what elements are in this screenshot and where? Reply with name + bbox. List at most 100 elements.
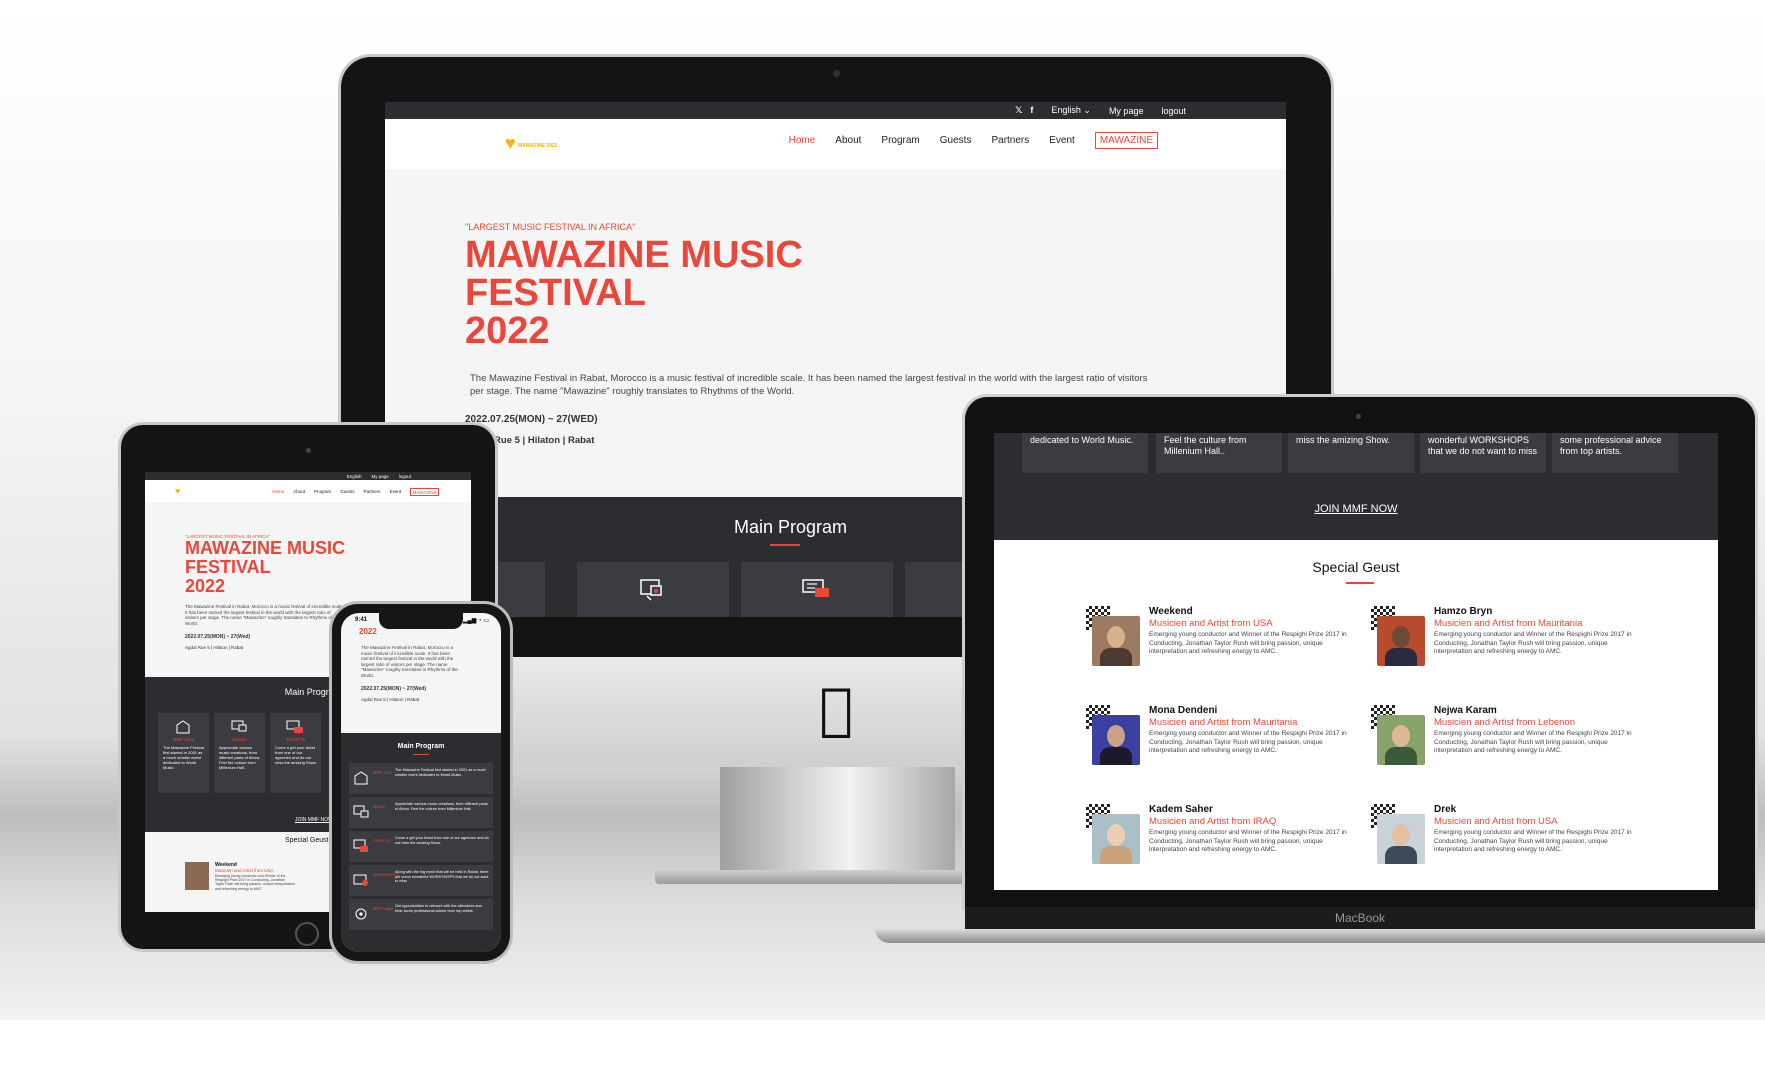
workshop-icon (353, 874, 368, 886)
tablet-nav-links: Home About Program Guests Partners Event… (272, 488, 439, 496)
guest-card[interactable]: Kadem Saher Musicien and Artist from IRA… (1086, 804, 1356, 874)
guest-photo (1086, 804, 1141, 866)
guest-bio: Emerging young conductor and Winner of t… (1149, 631, 1347, 655)
program-card[interactable]: some professional advice from top artist… (1552, 433, 1678, 473)
nav-program[interactable]: Program (314, 489, 331, 496)
guest-role: Musicien and Artist from Lebenon (1434, 717, 1575, 728)
program-row[interactable]: WORKSHOPS Along with the big event that … (349, 865, 493, 896)
my-page-link[interactable]: My page (371, 474, 388, 479)
guest-card[interactable]: Drek Musicien and Artist from USA Emergi… (1371, 804, 1641, 874)
hero-tagline: "LARGEST MUSIC FESTIVAL IN AFRICA" (465, 222, 636, 232)
nav-mawazine-button[interactable]: MAWAZINE (410, 488, 439, 496)
main-program-title: Main Program (397, 743, 445, 750)
heart-logo-icon[interactable]: ♥ (175, 486, 180, 496)
facebook-icon[interactable]: f (1030, 105, 1033, 116)
program-card[interactable]: dedicated to World Music. (1022, 433, 1148, 473)
hero-description: The Mawazine Festival in Rabat, Morocco … (470, 373, 1148, 397)
program-row-text: Appreciate various music creations, from… (395, 802, 488, 811)
nav-guests[interactable]: Guests (340, 489, 354, 496)
program-card[interactable]: Feel the culture from Millenium Hall.. (1156, 433, 1282, 473)
site-logo[interactable]: ♥ MAWAZINE 2022 (505, 133, 557, 155)
stage-icon (354, 771, 368, 785)
program-card[interactable]: TICKETS Come a get your ticket from one … (270, 713, 321, 793)
program-row-label: MMF Ingila (373, 906, 393, 911)
social-links: 𝕏 f (1015, 105, 1033, 116)
program-card-text: dedicated to World Music. (1030, 435, 1134, 445)
nav-mawazine-button[interactable]: MAWAZINE (1094, 132, 1158, 149)
hero-date: 2022.07.25(MON) ~ 27(Wed) (361, 686, 427, 692)
language-select[interactable]: English (347, 474, 362, 479)
program-card[interactable] (741, 562, 893, 617)
guest-photo (1086, 705, 1141, 767)
guest-card[interactable]: Nejwa Karam Musicien and Artist from Leb… (1371, 705, 1641, 775)
nav-event[interactable]: Event (390, 489, 402, 496)
hero-title-line-1: MAWAZINE MUSIC (185, 538, 345, 558)
guest-bio: Emerging young conductor and Winner of t… (1149, 829, 1347, 853)
network-icon (355, 908, 367, 920)
hero-title-line-3: 2022 (185, 576, 226, 596)
program-card[interactable]: MUSIC Appreciate various music creations… (214, 713, 265, 793)
guest-role: Musicien and Artist from USA (215, 868, 274, 873)
guest-bio: Emerging young conductor and Winner of t… (1434, 829, 1632, 853)
nav-event[interactable]: Event (1049, 135, 1075, 149)
apple-logo-icon:  (812, 680, 860, 740)
twitter-icon[interactable]: 𝕏 (1015, 105, 1022, 116)
nav-program[interactable]: Program (881, 135, 919, 149)
hero-title-line-2: FESTIVAL (465, 272, 646, 314)
imac-stand (720, 767, 955, 877)
hero-description: The Mawazine Festival in Rabat, Morocco … (361, 645, 458, 678)
desktop-navbar: ♥ MAWAZINE 2022 Home About Program Guest… (385, 119, 1286, 169)
guest-name: Kadem Saher (1149, 804, 1213, 815)
program-row[interactable]: TICKETS Come a get your ticket from one … (349, 831, 493, 862)
ipad-home-button[interactable] (295, 922, 319, 946)
macbook-brand-label: MacBook (965, 907, 1755, 929)
phone-notch (379, 613, 463, 629)
program-card[interactable]: miss the amizing Show. (1288, 433, 1414, 473)
join-mmf-link[interactable]: JOIN MMF NOW (994, 503, 1718, 515)
program-row-text: The Mawazine Festival first started in 2… (395, 768, 486, 777)
imac-camera (833, 70, 840, 77)
join-mmf-link[interactable]: JOIN MMF NOW (295, 817, 333, 823)
guest-name: Nejwa Karam (1434, 705, 1497, 716)
ipad-camera (306, 448, 311, 453)
hero-title-line-3: 2022 (465, 310, 550, 352)
program-card[interactable] (577, 562, 729, 617)
nav-partners[interactable]: Partners (364, 489, 381, 496)
nav-home[interactable]: Home (272, 489, 284, 496)
language-select[interactable]: English ⌄ (1051, 105, 1091, 116)
tablet-topbar: English My page logout (145, 472, 471, 480)
program-row-text: Get opportunities to network with the at… (395, 904, 482, 913)
hero-description: The Mawazine Festival in Rabat, Morocco … (185, 604, 344, 626)
program-row[interactable]: MMF 2022 The Mawazine Festival first sta… (349, 763, 493, 794)
music-screen-icon (231, 720, 247, 732)
program-card[interactable]: MMF 2022 The Mawazine Festival first sta… (158, 713, 209, 793)
guest-photo (1371, 606, 1426, 668)
program-row[interactable]: MUSIC Appreciate various music creations… (349, 797, 493, 828)
special-guest-underline (1346, 582, 1374, 584)
logout-link[interactable]: logout (1161, 106, 1186, 116)
tickets-icon (802, 579, 829, 597)
tickets-icon (353, 839, 368, 852)
nav-guests[interactable]: Guests (940, 135, 972, 149)
program-row-label: MMF 2022 (373, 770, 393, 775)
hero-title: MAWAZINE MUSIC FESTIVAL 2022 (185, 539, 345, 596)
logout-link[interactable]: logout (399, 474, 411, 479)
nav-about[interactable]: About (835, 135, 861, 149)
tablet-navbar: ♥ Home About Program Guests Partners Eve… (145, 480, 471, 502)
hero-venue: Agdal Rue 5 | Hilaton | Rabat (361, 697, 420, 702)
nav-partners[interactable]: Partners (991, 135, 1029, 149)
guest-role: Musicien and Artist from Mauritania (1149, 717, 1298, 728)
program-row-label: MUSIC (373, 804, 386, 809)
guest-card[interactable]: Hamzo Bryn Musicien and Artist from Maur… (1371, 606, 1641, 676)
guest-role: Musicien and Artist from USA (1149, 618, 1273, 629)
program-row[interactable]: MMF Ingila Get opportunities to network … (349, 899, 493, 930)
guest-name: Weekend (1149, 606, 1193, 617)
guest-card[interactable]: Weekend Musicien and Artist from USA Eme… (1086, 606, 1356, 676)
program-card[interactable]: wonderful WORKSHOPS that we do not want … (1420, 433, 1546, 473)
nav-about[interactable]: About (293, 489, 305, 496)
guest-name: Mona Dendeni (1149, 705, 1218, 716)
my-page-link[interactable]: My page (1109, 106, 1144, 116)
guest-card[interactable]: Mona Dendeni Musicien and Artist from Ma… (1086, 705, 1356, 775)
program-card-text: wonderful WORKSHOPS that we do not want … (1428, 435, 1538, 456)
nav-home[interactable]: Home (789, 135, 816, 149)
